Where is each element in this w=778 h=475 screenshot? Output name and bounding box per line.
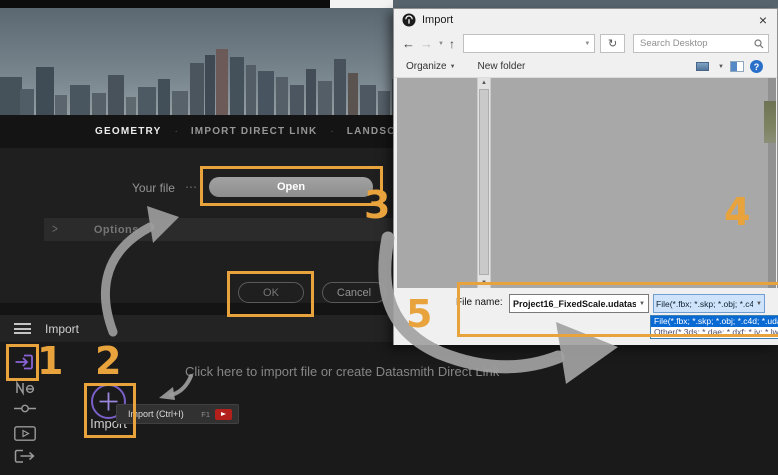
ok-button[interactable]: OK [238,282,304,303]
windows-import-dialog: Import × ← → ▼ ↑ ▼ ↻ Organize ▼ New fold… [393,8,778,345]
sidebar-media-icon[interactable] [14,426,36,441]
change-view-icon[interactable] [696,62,710,71]
forward-icon[interactable]: → [420,37,433,50]
sidebar-path-icon[interactable] [15,378,36,396]
file-name-combobox[interactable]: Project16_FixedScale.udatasmith ▼ [509,294,649,313]
tooltip-text: Import (Ctrl+I) [128,409,184,419]
video-help-icon[interactable] [215,408,232,420]
tab-separator-dot: · [330,126,334,137]
sidebar-export-icon[interactable] [14,449,36,464]
desktop-wallpaper-sliver [764,101,776,143]
chevron-right-icon: > [52,222,58,237]
address-caret-icon[interactable]: ▼ [584,41,590,47]
twinmotion-logo-icon [402,13,416,27]
file-type-option[interactable]: File(*.fbx; *.skp; *.obj; *.c4d; *.udata… [651,316,778,327]
options-expander[interactable]: > Options [44,218,394,241]
your-file-dots: ⋯ [185,180,198,194]
vertical-scrollbar[interactable]: ▲ ▼ [477,78,491,288]
tab-geometry[interactable]: GEOMETRY [95,126,161,137]
dock-panel-title: Import [45,321,80,336]
cancel-button[interactable]: Cancel [322,282,386,303]
view-caret-icon[interactable]: ▼ [718,64,724,70]
options-label: Options [93,223,139,236]
history-caret-icon[interactable]: ▼ [438,41,444,47]
dialog-title: Import [422,14,454,26]
top-chrome-strip [0,0,330,8]
scroll-down-icon[interactable]: ▼ [478,280,490,286]
sidebar-import-icon[interactable] [12,349,38,375]
file-type-dropdown: File(*.fbx; *.skp; *.obj; *.c4d; *.udata… [650,315,778,339]
combo-caret-icon[interactable]: ▼ [756,301,762,307]
organize-caret-icon: ▼ [449,63,456,70]
refresh-button[interactable]: ↻ [600,34,625,53]
file-type-value: File(*.fbx; *.skp; *.obj; *.c4d; *.u [656,298,754,309]
empty-state-hint[interactable]: Click here to import file or create Data… [185,364,499,379]
file-list-area[interactable] [397,78,776,288]
search-box[interactable] [633,34,769,53]
hamburger-menu-icon[interactable] [14,323,31,334]
file-type-option[interactable]: Other(*.3ds; *.dae; *.dxf; *.iv; *.lw; *… [651,327,778,338]
combo-caret-icon[interactable]: ▼ [639,301,645,307]
up-icon[interactable]: ↑ [449,38,455,50]
dialog-titlebar[interactable]: Import × [394,9,777,31]
organize-button[interactable]: Organize [406,61,447,72]
search-input[interactable] [638,37,754,50]
dialog-toolbar: Organize ▼ New folder ▼ ? [394,56,777,78]
file-type-combobox[interactable]: File(*.fbx; *.skp; *.obj; *.c4d; *.u ▼ [653,294,765,313]
back-icon[interactable]: ← [402,37,415,50]
scrollbar-thumb[interactable] [479,89,489,275]
screenshot-root: GEOMETRY · IMPORT DIRECT LINK · LANDSCAP… [0,0,778,475]
open-file-button[interactable]: Open [209,177,373,197]
tab-separator-dot: · [174,126,178,137]
preview-pane-icon[interactable] [730,61,744,72]
help-icon[interactable]: ? [750,60,763,73]
tooltip-f1-key: F1 [201,409,210,419]
search-icon [754,38,764,48]
file-name-label: File name: [456,297,503,308]
dialog-nav-row: ← → ▼ ↑ ▼ ↻ [394,31,777,56]
file-name-value: Project16_FixedScale.udatasmith [513,298,637,309]
new-folder-button[interactable]: New folder [478,61,526,72]
scroll-up-icon[interactable]: ▲ [478,80,490,86]
close-icon[interactable]: × [759,13,767,27]
your-file-label: Your file [132,181,175,195]
sidebar-slider-icon[interactable] [14,403,36,414]
top-white-box [330,0,393,8]
import-tooltip: Import (Ctrl+I) F1 [116,404,239,424]
tab-import-direct-link[interactable]: IMPORT DIRECT LINK [191,126,318,137]
address-bar[interactable]: ▼ [462,34,596,53]
